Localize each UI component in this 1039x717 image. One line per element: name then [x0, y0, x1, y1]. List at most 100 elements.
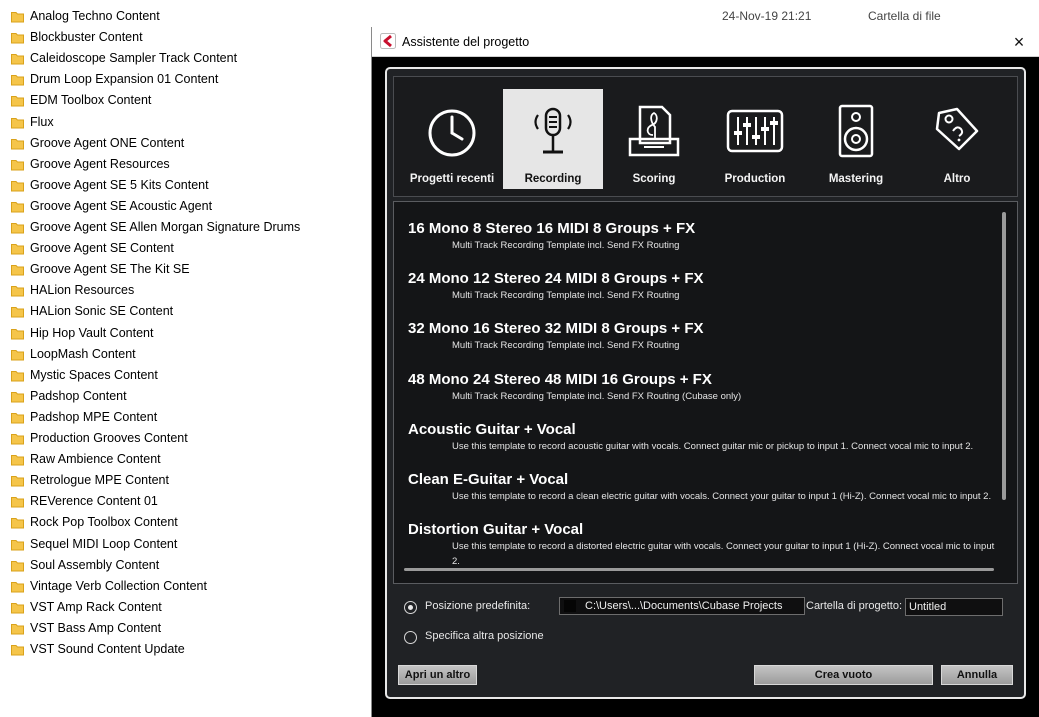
- template-item[interactable]: Clean E-Guitar + Vocal Use this template…: [408, 471, 998, 504]
- file-name: Soul Assembly Content: [30, 557, 160, 572]
- file-row[interactable]: Groove Agent SE 5 Kits Content: [0, 175, 372, 196]
- other-location-radio[interactable]: [404, 631, 417, 644]
- file-list: Analog Techno Content Blockbuster Content…: [0, 0, 372, 717]
- file-row[interactable]: Sequel MIDI Loop Content: [0, 534, 372, 555]
- file-row[interactable]: HALion Resources: [0, 280, 372, 301]
- tag-icon: [935, 107, 979, 151]
- file-row[interactable]: Rock Pop Toolbox Content: [0, 512, 372, 533]
- file-name: Groove Agent ONE Content: [30, 135, 185, 150]
- tab-other[interactable]: Altro: [907, 89, 1007, 189]
- default-location-radio[interactable]: [404, 601, 417, 614]
- file-row[interactable]: Flux: [0, 112, 372, 133]
- template-item[interactable]: 16 Mono 8 Stereo 16 MIDI 8 Groups + FX M…: [408, 220, 998, 253]
- file-row[interactable]: Mystic Spaces Content: [0, 365, 372, 386]
- template-item[interactable]: 24 Mono 12 Stereo 24 MIDI 8 Groups + FX …: [408, 270, 998, 303]
- file-row[interactable]: VST Bass Amp Content: [0, 618, 372, 639]
- file-name: Padshop Content: [30, 388, 127, 403]
- file-name: Groove Agent SE Content: [30, 241, 174, 256]
- dialog-titlebar[interactable]: Assistente del progetto ×: [372, 27, 1039, 57]
- file-row[interactable]: REVerence Content 01: [0, 491, 372, 512]
- file-row[interactable]: LoopMash Content: [0, 344, 372, 365]
- folder-icon: [11, 622, 24, 635]
- file-row[interactable]: Drum Loop Expansion 01 Content: [0, 69, 372, 90]
- horizontal-scrollbar[interactable]: [404, 568, 994, 571]
- file-row[interactable]: Padshop Content: [0, 386, 372, 407]
- template-item[interactable]: 48 Mono 24 Stereo 48 MIDI 16 Groups + FX…: [408, 371, 998, 404]
- file-row[interactable]: Vintage Verb Collection Content: [0, 576, 372, 597]
- cancel-button[interactable]: Annulla: [941, 665, 1013, 685]
- file-type-cell: Cartella di file: [868, 9, 941, 23]
- project-folder-input[interactable]: [905, 598, 1003, 616]
- tab-production[interactable]: Production: [705, 89, 805, 189]
- folder-icon: [11, 73, 24, 86]
- file-row[interactable]: Hip Hop Vault Content: [0, 323, 372, 344]
- file-name: Blockbuster Content: [30, 30, 143, 45]
- file-row[interactable]: Groove Agent ONE Content: [0, 133, 372, 154]
- tab-label: Altro: [943, 173, 971, 185]
- default-path-text: C:\Users\...\Documents\Cubase Projects: [585, 600, 783, 612]
- file-row[interactable]: HALion Sonic SE Content: [0, 301, 372, 322]
- create-empty-button[interactable]: Crea vuoto: [754, 665, 933, 685]
- file-row[interactable]: Production Grooves Content: [0, 428, 372, 449]
- file-row[interactable]: Caleidoscope Sampler Track Content: [0, 48, 372, 69]
- template-item[interactable]: 32 Mono 16 Stereo 32 MIDI 8 Groups + FX …: [408, 320, 998, 353]
- file-row[interactable]: Blockbuster Content: [0, 27, 372, 48]
- tab-label: Production: [724, 173, 786, 185]
- template-title: 16 Mono 8 Stereo 16 MIDI 8 Groups + FX: [408, 220, 696, 237]
- file-name: Groove Agent SE The Kit SE: [30, 262, 190, 277]
- file-row[interactable]: Groove Agent Resources: [0, 154, 372, 175]
- file-name: EDM Toolbox Content: [30, 93, 152, 108]
- tab-recent-projects[interactable]: Progetti recenti: [402, 89, 502, 189]
- file-name: Raw Ambience Content: [30, 452, 161, 467]
- file-name: Padshop MPE Content: [30, 409, 158, 424]
- template-item[interactable]: Acoustic Guitar + Vocal Use this templat…: [408, 421, 998, 454]
- folder-icon: [11, 327, 24, 340]
- template-description: Use this template to record a distorted …: [452, 541, 995, 567]
- close-button[interactable]: ×: [1004, 29, 1034, 55]
- mixer-faders-icon: [726, 109, 784, 153]
- folder-icon: [11, 94, 24, 107]
- folder-icon: [11, 10, 24, 23]
- file-row[interactable]: Groove Agent SE Acoustic Agent: [0, 196, 372, 217]
- template-description: Multi Track Recording Template incl. Sen…: [452, 240, 680, 251]
- template-description: Use this template to record a clean elec…: [452, 491, 992, 502]
- open-other-button[interactable]: Apri un altro: [398, 665, 477, 685]
- file-row[interactable]: VST Amp Rack Content: [0, 597, 372, 618]
- folder-icon: [11, 390, 24, 403]
- file-name: Groove Agent SE Allen Morgan Signature D…: [30, 220, 301, 234]
- default-location-label: Posizione predefinita:: [425, 600, 531, 612]
- folder-icon: [11, 580, 24, 593]
- file-row[interactable]: Groove Agent SE The Kit SE: [0, 259, 372, 280]
- default-path-field[interactable]: C:\Users\...\Documents\Cubase Projects: [559, 597, 805, 615]
- file-row[interactable]: Raw Ambience Content: [0, 449, 372, 470]
- vertical-scrollbar[interactable]: [1002, 212, 1006, 500]
- file-row[interactable]: Groove Agent SE Content: [0, 238, 372, 259]
- template-list[interactable]: 16 Mono 8 Stereo 16 MIDI 8 Groups + FX M…: [393, 201, 1018, 584]
- folder-icon: [11, 453, 24, 466]
- file-row[interactable]: EDM Toolbox Content: [0, 90, 372, 111]
- file-row[interactable]: Analog Techno Content: [0, 6, 372, 27]
- folder-icon: [11, 200, 24, 213]
- file-name: REVerence Content 01: [30, 494, 158, 509]
- file-name: Groove Agent SE Acoustic Agent: [30, 198, 213, 213]
- file-row[interactable]: Groove Agent SE Allen Morgan Signature D…: [0, 217, 372, 238]
- template-item[interactable]: Distortion Guitar + Vocal Use this templ…: [408, 521, 998, 569]
- template-title: Acoustic Guitar + Vocal: [408, 421, 576, 438]
- path-color-swatch: [564, 600, 576, 612]
- folder-icon: [11, 474, 24, 487]
- folder-icon: [11, 158, 24, 171]
- folder-icon: [11, 369, 24, 382]
- folder-icon: [11, 348, 24, 361]
- file-name: Caleidoscope Sampler Track Content: [30, 51, 238, 66]
- template-description: Multi Track Recording Template incl. Sen…: [452, 391, 742, 402]
- tab-scoring[interactable]: Scoring: [604, 89, 704, 189]
- folder-icon: [11, 559, 24, 572]
- tab-mastering[interactable]: Mastering: [806, 89, 906, 189]
- cubase-logo-icon: [380, 33, 396, 49]
- template-description: Multi Track Recording Template incl. Sen…: [452, 340, 680, 351]
- tab-recording[interactable]: Recording: [503, 89, 603, 189]
- file-row[interactable]: Retrologue MPE Content: [0, 470, 372, 491]
- file-row[interactable]: VST Sound Content Update: [0, 639, 372, 660]
- file-row[interactable]: Soul Assembly Content: [0, 555, 372, 576]
- file-row[interactable]: Padshop MPE Content: [0, 407, 372, 428]
